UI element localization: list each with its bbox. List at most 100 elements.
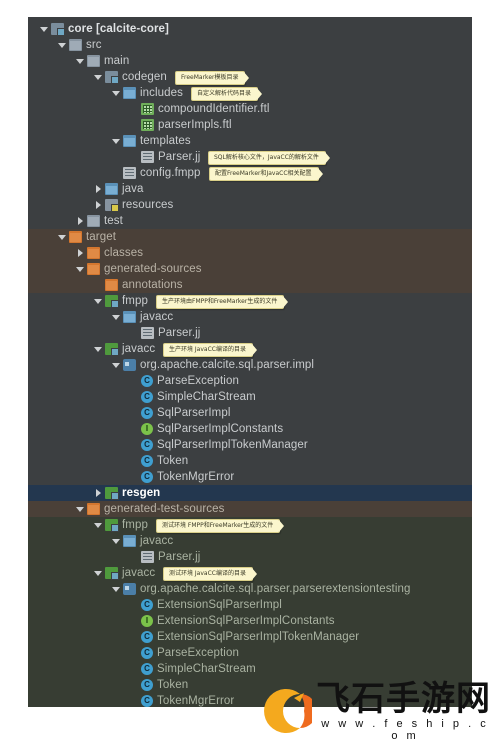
tree-row[interactable]: compoundIdentifier.ftl — [28, 101, 472, 117]
annotation-tooltip: 配置FreeMarker和JavaCC相关配置 — [209, 167, 323, 181]
tree-row[interactable]: javacc — [28, 533, 472, 549]
tree-row[interactable]: C ExtensionSqlParserImplTokenManager — [28, 629, 472, 645]
tree-row[interactable]: Parser.jj — [28, 549, 472, 565]
tree-row[interactable]: target — [28, 229, 472, 245]
chevron-down-icon[interactable] — [76, 505, 85, 514]
chevron-right-icon[interactable] — [76, 216, 85, 226]
chevron-down-icon[interactable] — [94, 73, 103, 82]
chevron-down-icon[interactable] — [76, 57, 85, 66]
chevron-down-icon[interactable] — [94, 297, 103, 306]
tree-row[interactable]: java — [28, 181, 472, 197]
tree-row-label: Parser.jj — [158, 551, 201, 563]
tree-row[interactable]: resgen — [28, 485, 472, 501]
package-icon — [123, 359, 136, 371]
tree-row-label: javacc — [122, 567, 156, 579]
chevron-down-icon[interactable] — [94, 569, 103, 578]
annotation-tooltip: 生产环境 JavaCC编译的目录 — [163, 343, 257, 357]
tree-row[interactable]: generated-test-sources — [28, 501, 472, 517]
no-chevron-spacer — [130, 617, 139, 626]
orange-icon — [105, 279, 118, 291]
green-icon — [105, 567, 119, 580]
annotation-tooltip: 测试环境 FMPP和FreeMarker生成的文件 — [156, 519, 285, 533]
tree-row-label: includes — [140, 87, 183, 99]
tree-row[interactable]: javacc — [28, 309, 472, 325]
tree-row[interactable]: org.apache.calcite.sql.parser.impl — [28, 357, 472, 373]
tree-row[interactable]: classes — [28, 245, 472, 261]
tree-row[interactable]: Parser.jj — [28, 325, 472, 341]
no-chevron-spacer — [130, 649, 139, 658]
chevron-down-icon[interactable] — [58, 233, 67, 242]
tree-row[interactable]: test — [28, 213, 472, 229]
tree-row-label: annotations — [122, 279, 183, 291]
chevron-right-icon[interactable] — [94, 488, 103, 498]
tree-row[interactable]: C SimpleCharStream — [28, 661, 472, 677]
tree-row-label: generated-sources — [104, 263, 202, 275]
tree-row[interactable]: C ParseException — [28, 373, 472, 389]
tree-row[interactable]: org.apache.calcite.sql.parser.parserexte… — [28, 581, 472, 597]
srcfolder-icon — [123, 535, 136, 547]
tree-row-label: core [calcite-core] — [68, 23, 169, 35]
no-chevron-spacer — [130, 697, 139, 706]
chevron-down-icon[interactable] — [112, 585, 121, 594]
chevron-right-icon[interactable] — [94, 200, 103, 210]
tree-row[interactable]: generated-sources — [28, 261, 472, 277]
cls-icon: C — [141, 407, 153, 419]
file-icon — [141, 551, 154, 563]
no-chevron-spacer — [130, 633, 139, 642]
tree-row-label: ParseException — [157, 375, 239, 387]
chevron-right-icon[interactable] — [76, 248, 85, 258]
srcfolder-icon — [123, 311, 136, 323]
tree-row[interactable]: templates — [28, 133, 472, 149]
cls-icon: C — [141, 679, 153, 691]
tree-row[interactable]: C ParseException — [28, 645, 472, 661]
tree-row[interactable]: C TokenMgrError — [28, 469, 472, 485]
tree-row[interactable]: main — [28, 53, 472, 69]
annotation-tooltip: FreeMarker模板目录 — [175, 71, 250, 85]
no-chevron-spacer — [130, 473, 139, 482]
orange-icon — [87, 263, 100, 275]
cls-icon: C — [141, 631, 153, 643]
module-icon — [51, 23, 65, 36]
tree-row[interactable]: C SqlParserImpl — [28, 405, 472, 421]
tree-row[interactable]: parserImpls.ftl — [28, 117, 472, 133]
file-icon — [123, 167, 136, 179]
tree-row-label: ExtensionSqlParserImplTokenManager — [157, 631, 360, 643]
watermark-url: w w w . f e s h i p . c o m — [321, 718, 489, 742]
no-chevron-spacer — [130, 665, 139, 674]
tree-row-label: SqlParserImpl — [157, 407, 231, 419]
chevron-down-icon[interactable] — [94, 521, 103, 530]
tree-row-label: ExtensionSqlParserImplConstants — [157, 615, 335, 627]
chevron-right-icon[interactable] — [94, 184, 103, 194]
tree-row-label: Token — [157, 455, 189, 467]
tree-row[interactable]: C SimpleCharStream — [28, 389, 472, 405]
tree-row[interactable]: I ExtensionSqlParserImplConstants — [28, 613, 472, 629]
tree-row[interactable]: resources — [28, 197, 472, 213]
tree-row[interactable]: core [calcite-core] — [28, 21, 472, 37]
chevron-down-icon[interactable] — [58, 41, 67, 50]
tree-row[interactable]: codegen — [28, 69, 472, 85]
tree-row[interactable]: I SqlParserImplConstants — [28, 421, 472, 437]
project-tree-panel: core [calcite-core] src main codegen include… — [28, 17, 472, 707]
chevron-down-icon[interactable] — [76, 265, 85, 274]
tree-row-label: test — [104, 215, 123, 227]
cls-icon: C — [141, 695, 153, 707]
annotation-tooltip: 测试环境 JavaCC编译的目录 — [163, 567, 257, 581]
no-chevron-spacer — [130, 425, 139, 434]
chevron-down-icon[interactable] — [112, 361, 121, 370]
chevron-down-icon[interactable] — [40, 25, 49, 34]
chevron-down-icon[interactable] — [94, 345, 103, 354]
tree-row[interactable]: src — [28, 37, 472, 53]
tree-row[interactable]: annotations — [28, 277, 472, 293]
package-icon — [123, 583, 136, 595]
chevron-down-icon[interactable] — [112, 137, 121, 146]
tree-row-label: resources — [122, 199, 174, 211]
chevron-down-icon[interactable] — [112, 89, 121, 98]
tree-row[interactable]: C SqlParserImplTokenManager — [28, 437, 472, 453]
tree-row-label: SimpleCharStream — [157, 391, 256, 403]
chevron-down-icon[interactable] — [112, 537, 121, 546]
tree-row[interactable]: C Token — [28, 453, 472, 469]
tree-row-label: src — [86, 39, 102, 51]
resfolder-icon — [105, 199, 119, 212]
chevron-down-icon[interactable] — [112, 313, 121, 322]
tree-row[interactable]: C ExtensionSqlParserImpl — [28, 597, 472, 613]
